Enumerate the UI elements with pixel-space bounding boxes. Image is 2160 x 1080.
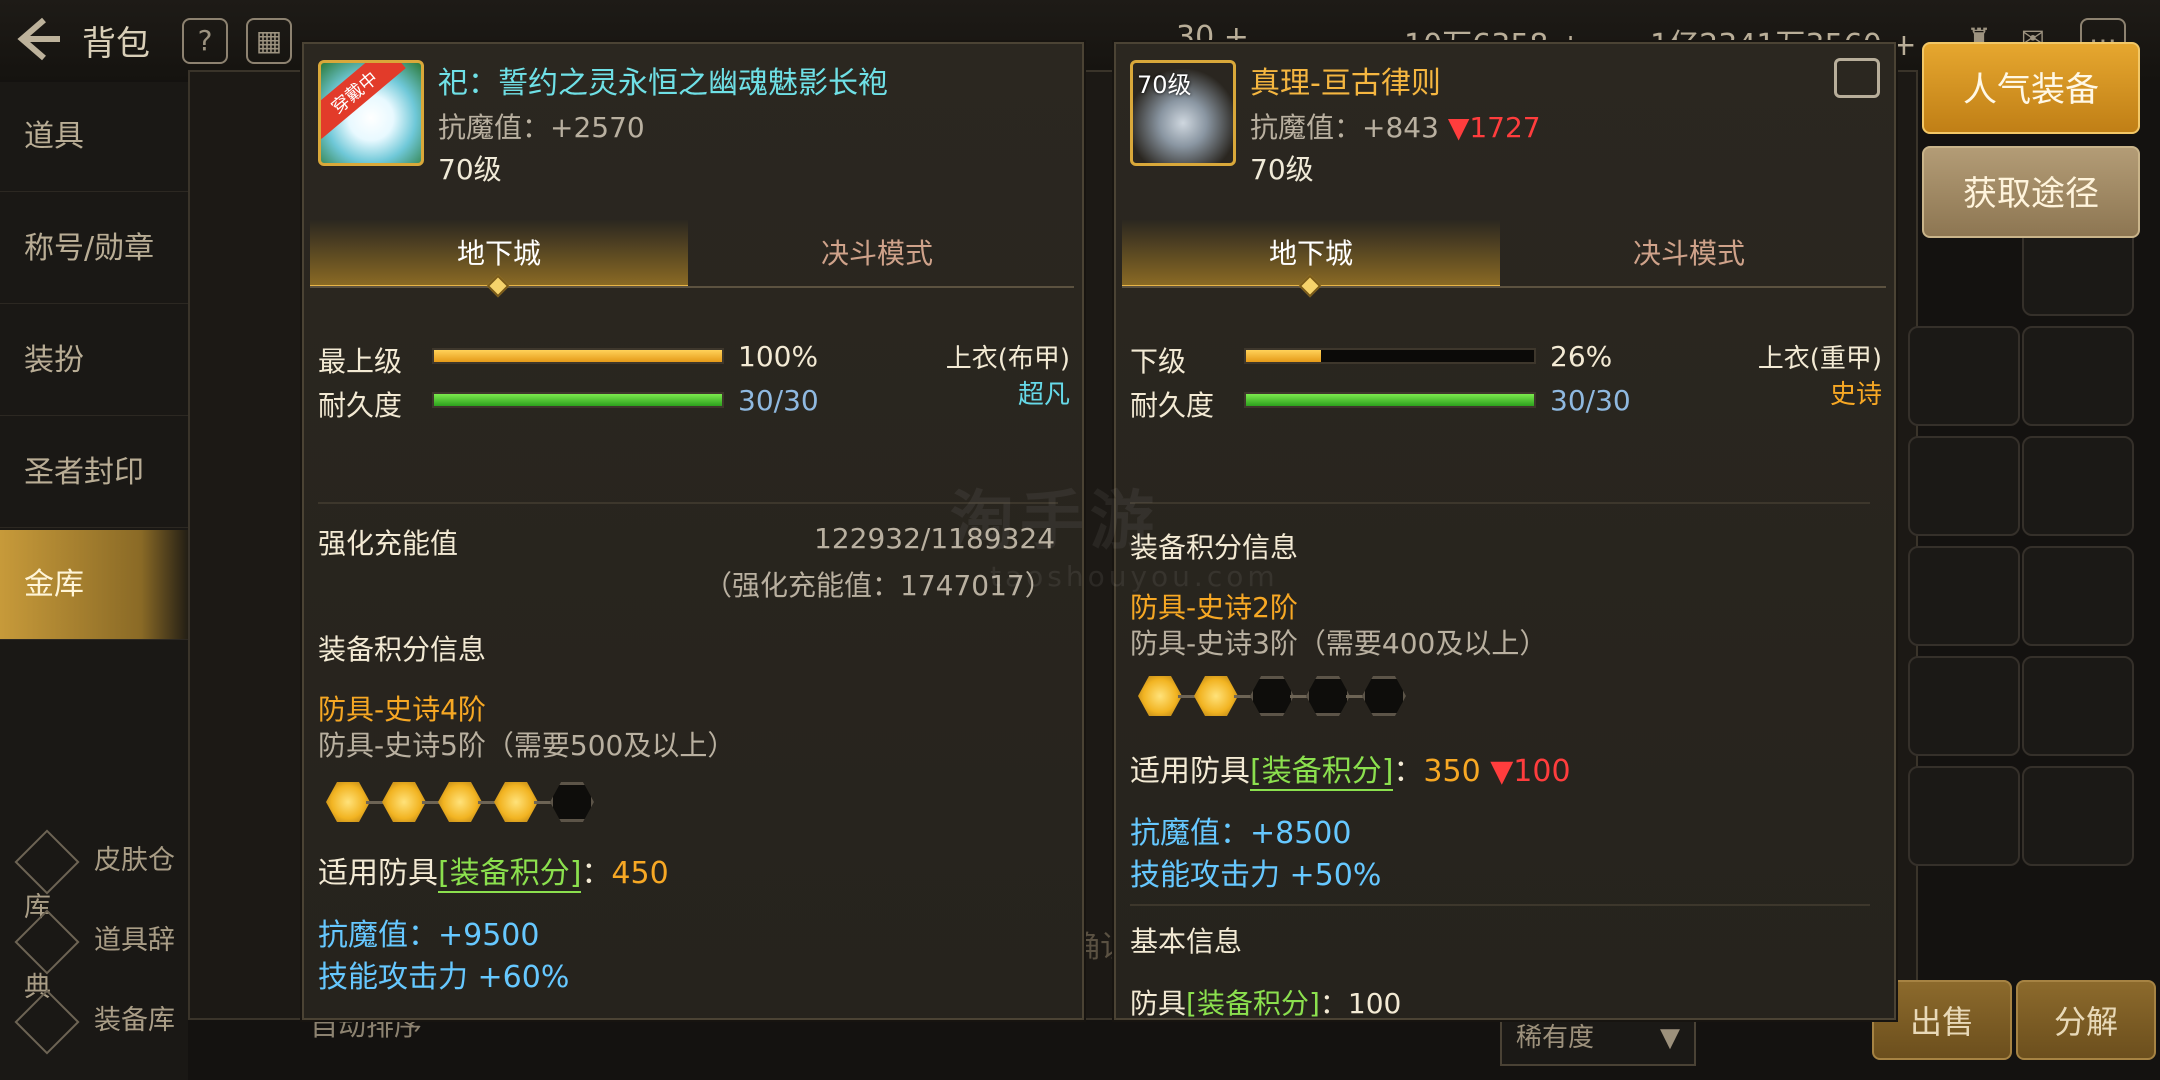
durability-bar	[1244, 392, 1536, 408]
mode-tabs: 地下城 决斗模式	[310, 220, 1074, 330]
thumbnail-level: 70级	[1137, 71, 1192, 99]
tier-filled-hex-icon	[494, 782, 538, 822]
score-diff: ▼100	[1490, 754, 1571, 789]
item-name: 祀：誓约之灵永恒之幽魂魅影长袍	[438, 66, 888, 101]
back-arrow-icon[interactable]	[14, 14, 64, 64]
inventory-slot[interactable]	[2022, 656, 2134, 756]
slot-type: 上衣(布甲)	[945, 344, 1070, 374]
next-tier: 防具-史诗5阶（需要500及以上）	[318, 729, 736, 762]
charge-label: 强化充能值	[318, 527, 459, 560]
next-tier: 防具-史诗3阶（需要400及以上）	[1130, 627, 1548, 660]
acquisition-source-button[interactable]: 获取途径	[1922, 146, 2140, 238]
compare-item-panel: 70级 真理-亘古律则 抗魔值：+843 ▼1727 70级 地下城 决斗模式 …	[1114, 42, 1896, 1020]
section-divider	[1130, 904, 1870, 906]
sidebar-item-items[interactable]: 道具	[0, 82, 188, 192]
score-tag[interactable]: [装备积分]	[1250, 754, 1394, 791]
item-name: 真理-亘古律则	[1250, 66, 1441, 101]
grade-bar	[1244, 348, 1536, 364]
rarity-label: 史诗	[1829, 380, 1882, 410]
tier-filled-hex-icon	[1138, 676, 1182, 716]
grade-bar	[432, 348, 724, 364]
inventory-slot[interactable]	[1908, 326, 2020, 426]
basic-score-line: 防具[装备积分]：100	[1130, 987, 1402, 1020]
durability-label: 耐久度	[318, 389, 403, 422]
item-level: 70级	[438, 153, 502, 186]
score-tag[interactable]: [装备积分]	[438, 856, 582, 893]
item-magic-resist: 抗魔值：+2570	[438, 111, 645, 144]
tier-filled-hex-icon	[326, 782, 370, 822]
tier-empty-hex-icon	[1306, 676, 1350, 716]
item-magic-resist: 抗魔值：+843 ▼1727	[1250, 111, 1541, 144]
tab-divider	[310, 286, 1074, 288]
skin-icon	[14, 828, 80, 895]
sidebar: 道具 称号/勋章 装扮 圣者封印 金库 皮肤仓库 道具辞典 装备库	[0, 82, 188, 1080]
armor-icon	[14, 988, 80, 1055]
inventory-slot[interactable]	[1908, 766, 2020, 866]
item-level: 70级	[1250, 153, 1314, 186]
sidebar-item-titles[interactable]: 称号/勋章	[0, 194, 188, 304]
tier-filled-hex-icon	[382, 782, 426, 822]
popular-equipment-button[interactable]: 人气装备	[1922, 42, 2140, 134]
item-thumbnail: 70级	[1130, 60, 1236, 166]
item-thumbnail: 穿戴中	[318, 60, 424, 166]
rarity-label: 超凡	[1017, 380, 1070, 410]
inventory-slot[interactable]	[1908, 656, 2020, 756]
book-icon	[14, 908, 80, 975]
watermark: 淘手游	[950, 485, 1160, 559]
basic-info-title: 基本信息	[1130, 925, 1243, 958]
inventory-slot[interactable]	[1908, 436, 2020, 536]
inventory-slot[interactable]	[2022, 436, 2134, 536]
score-line: 适用防具[装备积分]：450	[318, 856, 669, 893]
mode-tabs: 地下城 决斗模式	[1122, 220, 1886, 330]
bonus-magic-resist: 抗魔值：+9500	[318, 918, 540, 953]
grade-percent: 26%	[1550, 340, 1613, 373]
current-tier: 防具-史诗4阶	[318, 693, 486, 726]
section-divider	[318, 502, 1058, 504]
tab-pvp[interactable]: 决斗模式	[688, 220, 1066, 288]
inventory-slot[interactable]	[2022, 546, 2134, 646]
tier-filled-hex-icon	[438, 782, 482, 822]
sidebar-item-avatar[interactable]: 装扮	[0, 306, 188, 416]
tier-empty-hex-icon	[1362, 676, 1406, 716]
grade-percent: 100%	[738, 340, 819, 373]
tier-empty-hex-icon	[550, 782, 594, 822]
inventory-slot[interactable]	[2022, 766, 2134, 866]
slot-type: 上衣(重甲)	[1757, 344, 1882, 374]
help-icon[interactable]: ?	[182, 18, 228, 64]
score-line: 适用防具[装备积分]：350 ▼100	[1130, 754, 1571, 791]
durability-label: 耐久度	[1130, 389, 1215, 422]
bonus-skill-attack: 技能攻击力 +50%	[1130, 858, 1382, 893]
section-divider	[1130, 502, 1870, 504]
grade-label: 下级	[1130, 345, 1187, 378]
score-value: 450	[611, 856, 669, 891]
watermark-sub: taoshouyou.com	[990, 560, 1279, 593]
inventory-slot[interactable]	[1908, 546, 2020, 646]
calendar-icon[interactable]: ▦	[246, 18, 292, 64]
tab-divider	[1122, 286, 1886, 288]
tier-filled-hex-icon	[1194, 676, 1238, 716]
equipment-library-button[interactable]: 装备库	[14, 988, 175, 1055]
basic-score-tag: [装备积分]	[1186, 987, 1320, 1020]
equipped-badge: 穿戴中	[321, 63, 406, 139]
share-icon[interactable]	[1834, 58, 1880, 98]
durability-bar	[432, 392, 724, 408]
page-title: 背包	[82, 24, 150, 64]
score-section-title: 装备积分信息	[318, 633, 487, 666]
decompose-button[interactable]: 分解	[2016, 980, 2156, 1060]
inventory-slot[interactable]	[2022, 326, 2134, 426]
grade-label: 最上级	[318, 345, 403, 378]
stat-diff: ▼1727	[1447, 111, 1541, 144]
tab-pvp[interactable]: 决斗模式	[1500, 220, 1878, 288]
tier-empty-hex-icon	[1250, 676, 1294, 716]
bonus-magic-resist: 抗魔值：+8500	[1130, 816, 1352, 851]
sidebar-item-seal[interactable]: 圣者封印	[0, 418, 188, 528]
score-value: 350	[1423, 754, 1481, 789]
durability-value: 30/30	[738, 384, 819, 417]
sidebar-item-vault[interactable]: 金库	[0, 530, 188, 640]
durability-value: 30/30	[1550, 384, 1631, 417]
bonus-skill-attack: 技能攻击力 +60%	[318, 960, 570, 995]
